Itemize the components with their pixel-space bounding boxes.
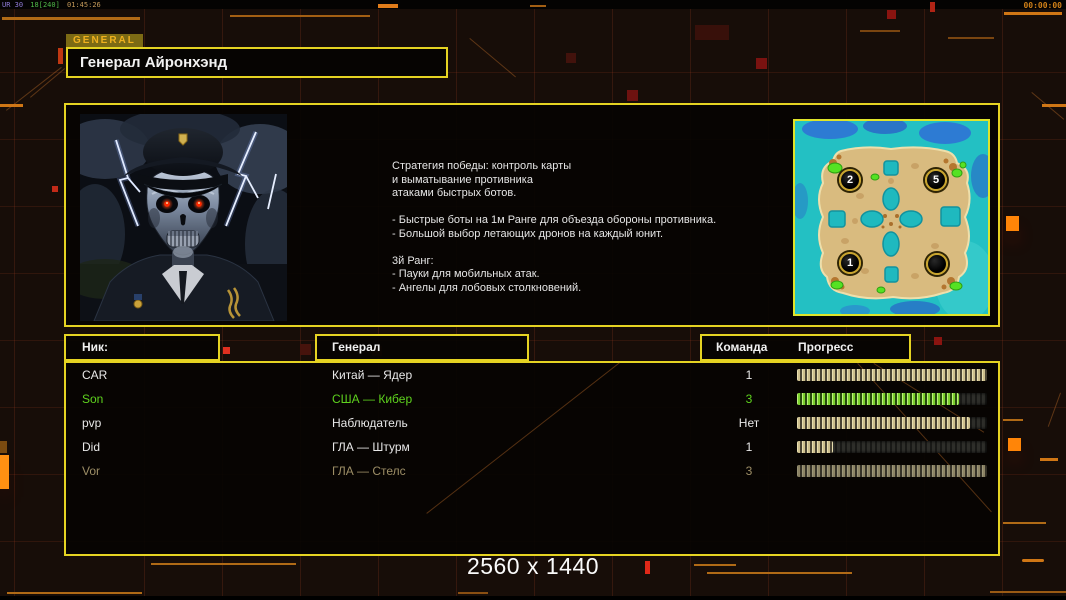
player-row: pvp Наблюдатель Нет (66, 411, 998, 435)
player-team: 3 (745, 464, 753, 478)
progress-fill (797, 417, 970, 429)
player-team: 1 (745, 440, 753, 454)
decor-square (695, 25, 729, 40)
header-nick-label: Ник: (82, 340, 109, 354)
decor-square (52, 186, 58, 192)
progress-fill (797, 393, 959, 405)
player-row: Vor ГЛА — Стелс 3 (66, 459, 998, 483)
debug-part-3: 01:45:26 (67, 1, 101, 9)
decor-orange-square (1006, 216, 1019, 231)
decor-square (934, 337, 942, 345)
bottom-black-bar (0, 596, 1066, 600)
decor-square (887, 10, 896, 19)
decor-line (948, 37, 994, 39)
portrait-art (60, 109, 305, 322)
player-team: 1 (745, 368, 753, 382)
progress-bar (797, 369, 987, 381)
resolution-label: 2560 x 1440 (466, 553, 600, 579)
decor-square (300, 344, 311, 355)
header-general-label: Генерал (332, 340, 381, 354)
start-point-unnumbered (926, 253, 948, 275)
general-tab: GENERAL (66, 34, 143, 47)
loading-screen: UR 30 18[240] 01:45:26 00:00:00 GENERAL … (0, 0, 1066, 600)
player-general: Китай — Ядер (332, 368, 413, 382)
decor-line (2, 17, 140, 20)
player-general: США — Кибер (332, 392, 413, 406)
player-nick: Vor (82, 464, 101, 478)
player-general: Наблюдатель (332, 416, 408, 430)
decor-line (1003, 419, 1023, 421)
start-point-2: 2 (839, 169, 861, 191)
player-nick: CAR (82, 368, 108, 382)
progress-fill (797, 369, 987, 381)
progress-fill (797, 465, 987, 477)
decor-square (58, 48, 63, 64)
header-general-box: Генерал (315, 334, 529, 361)
general-name-box: Генерал Айронхэнд (66, 47, 448, 78)
decor-square (0, 441, 7, 453)
header-team-label: Команда (716, 340, 768, 354)
decor-line (458, 592, 488, 594)
player-row: Did ГЛА — Штурм 1 (66, 435, 998, 459)
player-nick: Son (82, 392, 104, 406)
decor-square (627, 90, 638, 101)
players-panel: CAR Китай — Ядер 1 Son США — Кибер 3 pvp… (64, 361, 1000, 556)
decor-square (930, 2, 935, 12)
progress-bar (797, 417, 987, 429)
debug-part-2: 18[240] (30, 1, 60, 9)
player-nick: Did (82, 440, 101, 454)
decor-line (990, 591, 1066, 593)
decor-line (860, 30, 900, 32)
player-team: 3 (745, 392, 753, 406)
debug-overlay: UR 30 18[240] 01:45:26 (2, 1, 104, 9)
player-nick: pvp (82, 416, 102, 430)
decor-square (223, 347, 230, 354)
general-name: Генерал Айронхэнд (80, 54, 228, 71)
header-nick-box: Ник: (64, 334, 220, 361)
decor-line (1040, 458, 1058, 461)
header-progress-label: Прогресс (798, 340, 854, 354)
progress-bar (797, 393, 987, 405)
decor-square (756, 58, 767, 69)
decor-orange-square (1008, 438, 1021, 451)
progress-bar (797, 465, 987, 477)
player-row: Son США — Кибер 3 (66, 387, 998, 411)
player-team: Нет (738, 416, 760, 430)
player-row: CAR Китай — Ядер 1 (66, 363, 998, 387)
map-preview: 2 5 1 (792, 118, 995, 321)
map-art (792, 118, 995, 321)
general-portrait (60, 109, 305, 322)
match-timer: 00:00:00 (1023, 1, 1062, 10)
decor-line (1004, 12, 1062, 15)
decor-line (378, 4, 398, 8)
progress-bar (797, 441, 987, 453)
decor-square (566, 53, 576, 63)
player-general: ГЛА — Штурм (332, 440, 410, 454)
progress-fill (797, 441, 834, 453)
debug-part-1: UR 30 (2, 1, 24, 9)
decor-line (7, 592, 142, 594)
decor-line (530, 5, 546, 7)
player-general: ГЛА — Стелс (332, 464, 406, 478)
strategy-text: Стратегия победы: контроль карты и вымат… (392, 160, 717, 294)
general-info-panel: Стратегия победы: контроль карты и вымат… (60, 103, 1000, 327)
decor-line (230, 15, 370, 17)
decor-orange-square (0, 455, 9, 489)
start-point-1: 1 (839, 252, 861, 274)
decor-line (1003, 522, 1046, 524)
start-point-5: 5 (925, 169, 947, 191)
header-team-progress-box: Команда Прогресс (700, 334, 911, 361)
